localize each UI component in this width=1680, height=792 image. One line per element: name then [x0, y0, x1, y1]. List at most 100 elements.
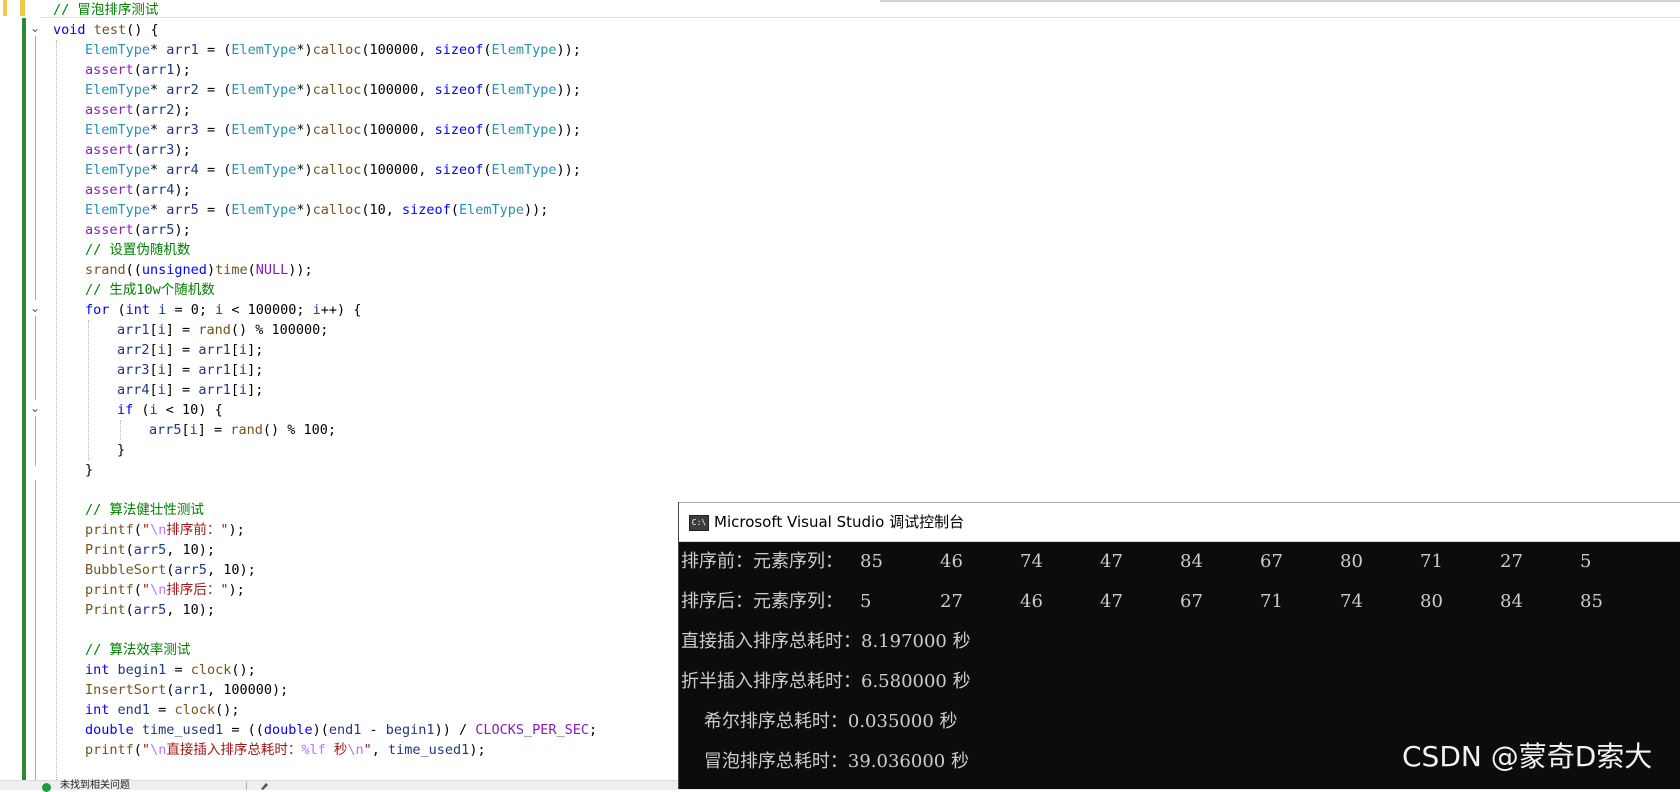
code-token: ] = — [197, 422, 231, 438]
code-token: arr3 — [166, 122, 199, 138]
code-token: i — [238, 342, 248, 358]
code-token: ElemType — [231, 202, 297, 218]
collapse-if-icon[interactable]: ⌄ — [28, 401, 42, 415]
code-token: i — [312, 302, 321, 318]
console-value: 46 — [940, 551, 963, 572]
code-token: ]; — [247, 362, 264, 378]
code-line[interactable]: arr5[i] = rand() % 100; — [149, 420, 336, 440]
code-token: sizeof — [434, 162, 484, 178]
console-line: 直接插入排序总耗时：8.197000 秒 — [681, 631, 971, 652]
code-token: [ — [149, 362, 158, 378]
code-line[interactable]: // 生成10w个随机数 — [85, 280, 215, 300]
code-line[interactable]: int end1 = clock(); — [85, 700, 239, 720]
code-token: < 10) { — [157, 402, 223, 418]
code-token: ( — [133, 102, 142, 118]
code-line[interactable]: arr1[i] = rand() % 100000; — [117, 320, 328, 340]
code-line[interactable]: assert(arr1); — [85, 60, 191, 80]
console-value: 5 — [1580, 551, 1592, 572]
code-token: = (( — [223, 722, 264, 738]
code-token: [ — [230, 362, 239, 378]
code-token: * — [150, 202, 167, 218]
code-line[interactable]: printf("\n排序后："); — [85, 580, 245, 600]
code-token: for — [85, 302, 110, 318]
code-line[interactable]: printf("\n直接插入排序总耗时：%lf 秒\n", time_used1… — [85, 740, 486, 760]
code-token: i — [157, 362, 166, 378]
code-line[interactable]: ElemType* arr1 = (ElemType*)calloc(10000… — [85, 40, 581, 60]
collapse-for-icon[interactable]: ⌄ — [28, 301, 42, 315]
code-line[interactable]: ElemType* arr3 = (ElemType*)calloc(10000… — [85, 120, 581, 140]
code-line[interactable]: assert(arr2); — [85, 100, 191, 120]
code-token: , 10); — [206, 562, 256, 578]
code-token: test — [93, 22, 127, 38]
code-token: clock — [190, 662, 232, 678]
code-line[interactable]: srand((unsigned)time(NULL)); — [85, 260, 313, 280]
code-line[interactable]: if (i < 10) { — [117, 400, 223, 420]
code-line[interactable]: arr2[i] = arr1[i]; — [117, 340, 263, 360]
code-token: arr4 — [141, 182, 175, 198]
code-token: time_used1 — [388, 742, 470, 758]
code-line[interactable]: int begin1 = clock(); — [85, 660, 256, 680]
code-line[interactable]: assert(arr3); — [85, 140, 191, 160]
code-token: ( — [133, 222, 142, 238]
code-token: ElemType — [491, 42, 557, 58]
code-line[interactable]: // 算法健壮性测试 — [85, 500, 204, 520]
code-token: i — [157, 342, 166, 358]
code-token: i — [238, 382, 248, 398]
code-token: i — [189, 422, 198, 438]
code-line[interactable]: assert(arr5); — [85, 220, 191, 240]
code-token: < 100000; — [223, 302, 313, 318]
code-line[interactable]: printf("\n排序前："); — [85, 520, 245, 540]
code-line[interactable]: } — [117, 440, 125, 460]
code-token: ElemType — [231, 122, 297, 138]
code-token: CLOCKS_PER_SEC — [475, 722, 590, 738]
code-token: )) / — [434, 722, 476, 738]
code-line[interactable]: // 冒泡排序测试 — [53, 0, 158, 20]
code-line[interactable]: ElemType* arr5 = (ElemType*)calloc(10, s… — [85, 200, 548, 220]
code-line[interactable]: // 算法效率测试 — [85, 640, 190, 660]
code-line[interactable]: // 设置伪随机数 — [85, 240, 190, 260]
code-token: ( — [133, 142, 142, 158]
code-token: double — [85, 722, 134, 738]
code-line[interactable]: ElemType* arr4 = (ElemType*)calloc(10000… — [85, 160, 581, 180]
console-value: 71 — [1260, 591, 1283, 612]
code-token: ); — [174, 182, 191, 198]
code-token: ] = — [165, 342, 199, 358]
code-token: , — [371, 742, 389, 758]
fold-guide — [35, 316, 36, 400]
collapse-function-icon[interactable]: ⌄ — [28, 21, 42, 35]
code-line[interactable]: arr4[i] = arr1[i]; — [117, 380, 263, 400]
code-token: *) — [296, 82, 313, 98]
code-line[interactable]: Print(arr5, 10); — [85, 540, 215, 560]
code-token: int — [125, 302, 151, 318]
code-token: (); — [215, 702, 240, 718]
code-token: arr5 — [149, 422, 182, 438]
code-line[interactable]: void test() { — [53, 20, 159, 40]
code-line[interactable]: for (int i = 0; i < 100000; i++) { — [85, 300, 361, 320]
code-token: arr1 — [198, 382, 231, 398]
code-line[interactable]: } — [85, 460, 93, 480]
code-line[interactable]: assert(arr4); — [85, 180, 191, 200]
code-token: srand — [85, 262, 126, 278]
code-line[interactable]: double time_used1 = ((double)(end1 - beg… — [85, 720, 597, 740]
code-token: ); — [469, 742, 486, 758]
code-line[interactable]: ElemType* arr2 = (ElemType*)calloc(10000… — [85, 80, 581, 100]
code-line[interactable]: Print(arr5, 10); — [85, 600, 215, 620]
code-token: ( — [133, 522, 142, 538]
code-token: = ( — [198, 162, 232, 178]
code-line[interactable]: BubbleSort(arr5, 10); — [85, 560, 256, 580]
code-token: \n — [150, 522, 167, 538]
code-token: time_used1 — [141, 722, 224, 738]
fold-guide — [35, 36, 36, 300]
code-token: void — [53, 22, 86, 38]
console-titlebar[interactable]: C:\ Microsoft Visual Studio 调试控制台 — [679, 502, 1680, 542]
code-token: * — [150, 42, 167, 58]
console-value: 27 — [940, 591, 963, 612]
code-token: " — [363, 742, 372, 758]
console-value: 71 — [1420, 551, 1443, 572]
console-line: 排序前：元素序列： 85 46 74 47 84 67 80 71 27 5 — [681, 542, 1671, 582]
code-line[interactable]: arr3[i] = arr1[i]; — [117, 360, 263, 380]
code-line[interactable]: InsertSort(arr1, 100000); — [85, 680, 288, 700]
code-token: arr5 — [133, 542, 167, 558]
code-token: = 0; — [166, 302, 216, 318]
